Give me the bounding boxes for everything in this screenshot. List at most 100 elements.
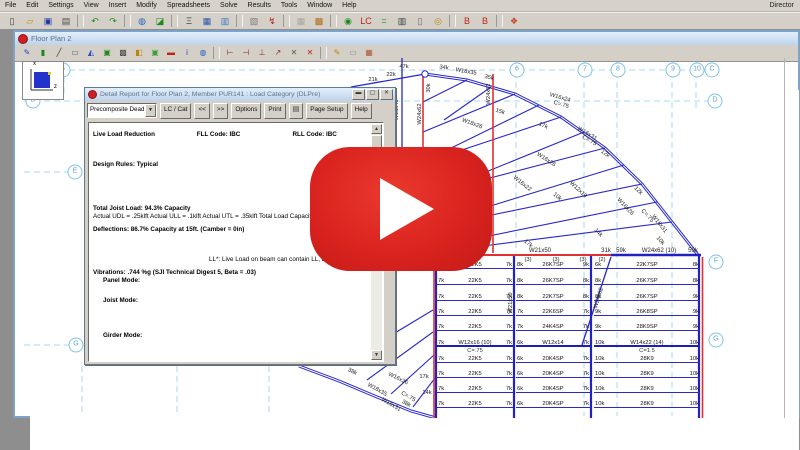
next-button[interactable]: >> [213, 103, 228, 119]
code-check-b1-icon[interactable]: B [459, 14, 475, 29]
undo-icon[interactable]: ↶ [87, 14, 103, 29]
menu-settings[interactable]: Settings [43, 2, 78, 9]
print-preview-icon-button[interactable]: ▤ [289, 103, 304, 119]
page-setup-button[interactable]: Page Setup [306, 103, 347, 119]
dialog-titlebar[interactable]: Detail Report for Floor Plan 2, Member P… [85, 88, 395, 101]
open-folder-icon[interactable]: ▱ [22, 14, 38, 29]
end-reaction-label: 7k [438, 386, 444, 392]
girder-row[interactable]: 10kW14x22 (14)10kC=1.5 [594, 345, 700, 348]
end-reaction-label: 7k [438, 371, 444, 377]
solve-icon[interactable]: ◉ [340, 14, 356, 29]
menu-window[interactable]: Window [302, 2, 337, 9]
joist-row[interactable]: 7k22K57k [437, 330, 513, 332]
globe-icon[interactable]: ◍ [134, 14, 150, 29]
render-icon[interactable]: ❖ [506, 14, 522, 29]
joist-row[interactable]: 6k20K4SP7k [516, 407, 590, 409]
joist-row[interactable]: 8k22K7SP8k [516, 300, 590, 302]
grid-icon[interactable]: ▥ [217, 14, 233, 29]
end-reaction-label: 7k [506, 386, 512, 392]
story-data-icon[interactable]: Ξ [181, 14, 197, 29]
joist-row[interactable]: 7k22K57k [437, 284, 513, 286]
floor-window-titlebar[interactable]: Floor Plan 2 [15, 32, 798, 45]
joist-row[interactable]: 7k22K57k [437, 315, 513, 317]
joist-row[interactable]: 9k28K9SP9k [594, 330, 700, 332]
new-file-icon[interactable]: ▯ [4, 14, 20, 29]
menu-spreadsheets[interactable]: Spreadsheets [162, 2, 215, 9]
close-button[interactable]: ✕ [380, 89, 393, 100]
menu-results[interactable]: Results [243, 2, 276, 9]
table-icon[interactable]: ▦ [293, 14, 309, 29]
lc-icon[interactable]: LC [358, 14, 374, 29]
chevron-down-icon[interactable]: ▼ [145, 104, 156, 117]
joist-row[interactable]: 7k22K57k [437, 407, 513, 409]
grid-bubble-C: C [705, 63, 720, 78]
joist-row[interactable]: 9k26K8SP9k [594, 315, 700, 317]
member-size-label: 22K6SP [542, 309, 563, 315]
joist-row[interactable]: 6k20K4SP7k [516, 392, 590, 394]
maximize-button[interactable]: ▢ [366, 89, 379, 100]
print-icon[interactable]: ▤ [58, 14, 74, 29]
dialog-toolbar: Precomposite Dead Loa ▼ LC / Cat << >> O… [85, 101, 395, 120]
menu-tools[interactable]: Tools [276, 2, 302, 9]
prev-button[interactable]: << [194, 103, 209, 119]
joist-row[interactable]: 6k22K7SP8k [594, 268, 700, 270]
film-icon[interactable]: ▥ [394, 14, 410, 29]
scroll-up-icon[interactable]: ▲ [371, 124, 382, 134]
video-play-button[interactable] [310, 147, 492, 271]
menu-file[interactable]: File [0, 2, 21, 9]
code-check-b2-icon[interactable]: B [477, 14, 493, 29]
help-button[interactable]: Help [351, 103, 372, 119]
menu-view[interactable]: View [79, 2, 104, 9]
save-icon[interactable]: ▣ [40, 14, 56, 29]
joist-row[interactable]: 10k28K910k [594, 362, 700, 364]
member-size-label: 22K5 [468, 371, 482, 377]
joist-row[interactable]: 10k28K910k [594, 392, 700, 394]
girder-row[interactable]: 6kW12x147k [516, 345, 590, 348]
play-icon [380, 178, 434, 240]
load-icon[interactable]: ↯ [264, 14, 280, 29]
grid-bubble-10: 10 [690, 63, 705, 78]
minimize-button[interactable]: ▬ [352, 89, 365, 100]
menu-insert[interactable]: Insert [104, 2, 132, 9]
spreadsheet-icon[interactable]: ▩ [311, 14, 327, 29]
joist-row[interactable]: 6k20K4SP7k [516, 377, 590, 379]
lc-cat-button[interactable]: LC / Cat [160, 103, 191, 119]
print-button[interactable]: Print [264, 103, 285, 119]
member-icon[interactable]: ▧ [246, 14, 262, 29]
joist-row[interactable]: 7k22K57k [437, 377, 513, 379]
redo-icon[interactable]: ↷ [105, 14, 121, 29]
girder-row[interactable]: 7kW12x16 (10)7kC=.75 [437, 345, 513, 348]
menu-edit[interactable]: Edit [21, 2, 43, 9]
equals-icon[interactable]: = [376, 14, 392, 29]
joist-row[interactable]: 7k22K57k [437, 362, 513, 364]
end-reaction-label: 7k [438, 401, 444, 407]
joist-row[interactable]: 10k28K910k [594, 407, 700, 409]
joist-row[interactable]: 7k22K57k [437, 392, 513, 394]
joist-row[interactable]: 8k26K7SP9k [594, 300, 700, 302]
menu-solve[interactable]: Solve [215, 2, 243, 9]
joist-row[interactable]: 8k26K7SP8k [516, 284, 590, 286]
joist-row[interactable]: 10k28K910k [594, 377, 700, 379]
end-reaction-label: 10k [595, 356, 604, 362]
joist-row[interactable]: 7k22K57k [437, 300, 513, 302]
report-icon[interactable]: ▯ [412, 14, 428, 29]
joist-row[interactable]: 7k22K6SP7k [516, 315, 590, 317]
joist-row[interactable]: 8k26K7SP9k [516, 268, 590, 270]
grid-bubble-G: G [69, 338, 84, 353]
member-size-label: 22K5 [468, 309, 482, 315]
joist-row[interactable]: 7k24K4SP7k [516, 330, 590, 332]
menu-help[interactable]: Help [337, 2, 361, 9]
end-reaction-label: 8k [583, 294, 589, 300]
end-reaction-label: 7k [506, 401, 512, 407]
frame-icon[interactable]: ▦ [199, 14, 215, 29]
isometric-view-icon[interactable]: ◪ [152, 14, 168, 29]
plan-label: W24x62 (10) [642, 248, 676, 254]
menu-modify[interactable]: Modify [131, 2, 162, 9]
scroll-down-icon[interactable]: ▼ [371, 350, 382, 360]
joist-row[interactable]: 8k26K7SP8k [594, 284, 700, 286]
preview-icon[interactable]: ◎ [430, 14, 446, 29]
options-button[interactable]: Options [231, 103, 261, 119]
end-reaction-label: 7k [583, 401, 589, 407]
load-category-dropdown[interactable]: Precomposite Dead Loa ▼ [87, 103, 157, 118]
joist-row[interactable]: 6k20K4SP7k [516, 362, 590, 364]
